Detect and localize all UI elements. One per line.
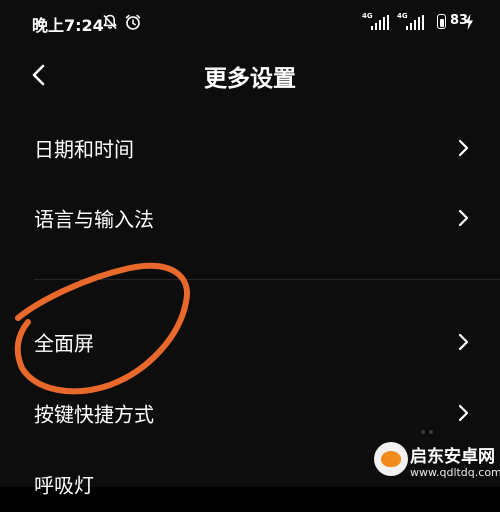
decorative-dots <box>421 430 433 434</box>
menu-item-date-time[interactable]: 日期和时间 <box>0 116 500 180</box>
alarm-clock-icon <box>125 14 141 30</box>
signal-bars-icon <box>371 15 389 30</box>
menu-item-label: 全面屏 <box>34 331 94 356</box>
battery-icon <box>437 14 446 29</box>
chevron-right-icon <box>458 333 469 351</box>
site-watermark: 启东安卓网 www.qdltdq.com <box>366 436 500 487</box>
watermark-url: www.qdltdq.com <box>410 466 500 479</box>
signal-bars-icon <box>406 15 424 30</box>
chevron-right-icon <box>458 139 469 157</box>
battery-level <box>439 18 444 27</box>
menu-item-label: 日期和时间 <box>34 137 134 162</box>
watermark-title: 启东安卓网 <box>410 447 495 467</box>
status-time: 晚上7:24 <box>32 16 104 35</box>
chevron-right-icon <box>458 404 469 422</box>
signal-strength-icon-sim1: 4G <box>362 12 390 32</box>
menu-item-label: 按键快捷方式 <box>34 402 154 427</box>
section-divider <box>34 279 500 280</box>
charging-bolt-icon <box>465 14 473 30</box>
menu-item-full-screen[interactable]: 全面屏 <box>0 310 500 374</box>
menu-item-label: 呼吸灯 <box>34 473 94 498</box>
menu-item-language-input[interactable]: 语言与输入法 <box>0 186 500 250</box>
watermark-logo-icon <box>374 442 408 476</box>
page-header: 更多设置 <box>0 52 500 98</box>
signal-strength-icon-sim2: 4G <box>397 12 425 32</box>
page-title: 更多设置 <box>204 66 296 92</box>
chevron-right-icon <box>458 209 469 227</box>
menu-item-label: 语言与输入法 <box>34 207 154 232</box>
status-bar: 晚上7:24 4G 4G 83 <box>0 0 500 44</box>
notifications-muted-icon <box>103 14 117 30</box>
